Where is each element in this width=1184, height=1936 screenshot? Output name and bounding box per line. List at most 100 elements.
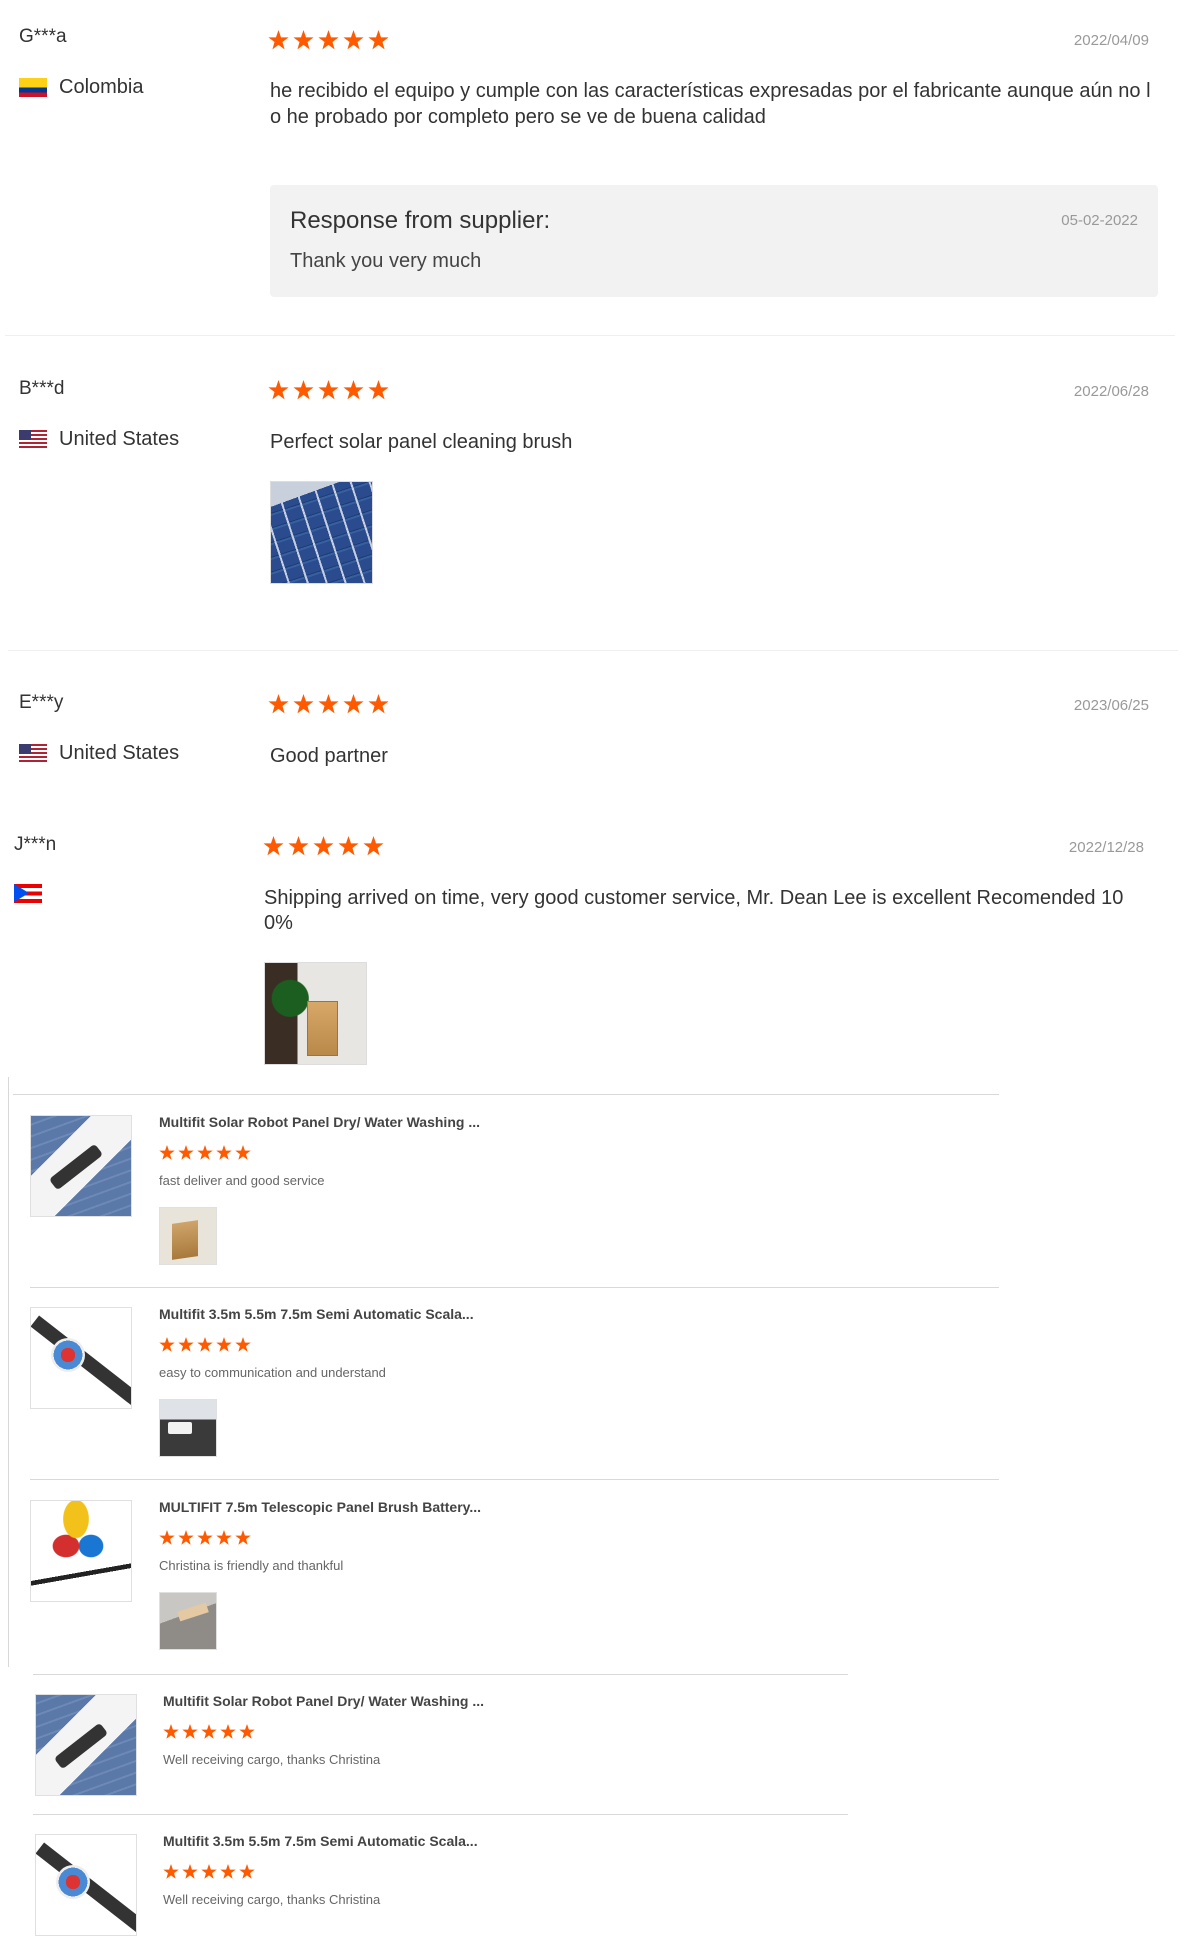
review-photo-thumbnail[interactable]	[270, 481, 373, 584]
star-icon	[201, 1864, 217, 1879]
star-icon	[178, 1145, 194, 1160]
star-icon	[288, 836, 309, 856]
product-review-list: Multifit Solar Robot Panel Dry/ Water Wa…	[8, 1077, 999, 1667]
star-icon	[338, 836, 359, 856]
rating-stars	[268, 30, 389, 51]
star-icon	[235, 1530, 251, 1545]
product-title[interactable]: MULTIFIT 7.5m Telescopic Panel Brush Bat…	[159, 1499, 481, 1515]
list-divider	[33, 1814, 848, 1815]
rating-stars	[163, 1724, 255, 1740]
flag-us-icon	[19, 744, 47, 763]
star-icon	[159, 1530, 175, 1545]
star-icon	[201, 1724, 217, 1739]
review-text: Good partner	[270, 745, 388, 767]
star-icon	[343, 694, 364, 714]
product-thumbnail[interactable]	[30, 1307, 132, 1409]
review-date: 2022/12/28	[1068, 839, 1144, 856]
product-title[interactable]: Multifit 3.5m 5.5m 7.5m Semi Automatic S…	[159, 1306, 474, 1322]
product-thumbnail[interactable]	[30, 1115, 132, 1217]
flag-us-icon	[19, 430, 47, 449]
star-icon	[313, 836, 334, 856]
star-icon	[363, 836, 384, 856]
review-text: Perfect solar panel cleaning brush	[270, 431, 573, 453]
review-text: Well receiving cargo, thanks Christina	[163, 1752, 381, 1767]
star-icon	[220, 1724, 236, 1739]
product-thumbnail[interactable]	[30, 1500, 132, 1602]
country-label: United States	[59, 742, 180, 764]
review-photo-thumbnail[interactable]	[264, 962, 367, 1065]
product-title[interactable]: Multifit Solar Robot Panel Dry/ Water Wa…	[163, 1693, 484, 1709]
reviewer-name: J***n	[14, 834, 57, 855]
review-text: Christina is friendly and thankful	[159, 1558, 344, 1573]
star-icon	[318, 380, 339, 400]
review-date: 2022/04/09	[1073, 32, 1149, 49]
star-icon	[182, 1724, 198, 1739]
country-label: United States	[59, 428, 180, 450]
star-icon	[235, 1337, 251, 1352]
product-thumbnail[interactable]	[35, 1834, 137, 1936]
product-thumbnail[interactable]	[35, 1694, 137, 1796]
star-icon	[163, 1724, 179, 1739]
star-icon	[159, 1337, 175, 1352]
rating-stars	[163, 1864, 255, 1880]
supplier-response: Response from supplier: 05-02-2022 Thank…	[270, 185, 1158, 297]
star-icon	[239, 1724, 255, 1739]
star-icon	[368, 30, 389, 50]
rating-stars	[159, 1337, 251, 1353]
rating-stars	[268, 380, 389, 401]
review-text-line-1: he recibido el equipo y cumple con las c…	[270, 80, 1151, 102]
star-icon	[368, 380, 389, 400]
star-icon	[182, 1864, 198, 1879]
response-date: 05-02-2022	[1061, 212, 1138, 229]
star-icon	[235, 1145, 251, 1160]
review-photo-thumbnail[interactable]	[159, 1399, 217, 1457]
star-icon	[318, 694, 339, 714]
star-icon	[239, 1864, 255, 1879]
star-icon	[368, 694, 389, 714]
response-title: Response from supplier:	[290, 207, 551, 234]
review-photo-thumbnail[interactable]	[159, 1592, 217, 1650]
review-text: fast deliver and good service	[159, 1173, 325, 1188]
star-icon	[197, 1530, 213, 1545]
star-icon	[197, 1337, 213, 1352]
star-icon	[293, 380, 314, 400]
list-divider	[30, 1287, 999, 1288]
review-divider	[5, 335, 1175, 336]
reviewer-country	[14, 884, 54, 903]
star-icon	[216, 1145, 232, 1160]
rating-stars	[159, 1145, 251, 1161]
star-icon	[343, 380, 364, 400]
rating-stars	[159, 1530, 251, 1546]
star-icon	[268, 380, 289, 400]
review-date: 2023/06/25	[1073, 697, 1149, 714]
star-icon	[263, 836, 284, 856]
flag-colombia-icon	[19, 78, 47, 97]
star-icon	[163, 1864, 179, 1879]
rating-stars	[263, 836, 384, 857]
reviewer-country: United States	[19, 742, 179, 765]
list-divider	[33, 1674, 848, 1675]
product-title[interactable]: Multifit 3.5m 5.5m 7.5m Semi Automatic S…	[163, 1833, 478, 1849]
review-divider	[8, 650, 1178, 651]
star-icon	[343, 30, 364, 50]
reviewer-country: United States	[19, 428, 179, 451]
review-text: easy to communication and understand	[159, 1365, 386, 1380]
review-text-line-2: 0%	[264, 912, 293, 934]
star-icon	[159, 1145, 175, 1160]
review-photo-thumbnail[interactable]	[159, 1207, 217, 1265]
rating-stars	[268, 694, 389, 715]
star-icon	[318, 30, 339, 50]
star-icon	[268, 694, 289, 714]
review-text-line-2: o he probado por completo pero se ve de …	[270, 106, 766, 128]
list-divider	[13, 1094, 999, 1095]
list-divider	[30, 1479, 999, 1480]
reviewer-country: Colombia	[19, 76, 143, 99]
star-icon	[178, 1530, 194, 1545]
review-text-line-1: Shipping arrived on time, very good cust…	[264, 887, 1124, 909]
product-title[interactable]: Multifit Solar Robot Panel Dry/ Water Wa…	[159, 1114, 480, 1130]
star-icon	[178, 1337, 194, 1352]
star-icon	[268, 30, 289, 50]
star-icon	[293, 694, 314, 714]
country-label: Colombia	[59, 76, 144, 98]
flag-puerto-rico-icon	[14, 884, 42, 903]
